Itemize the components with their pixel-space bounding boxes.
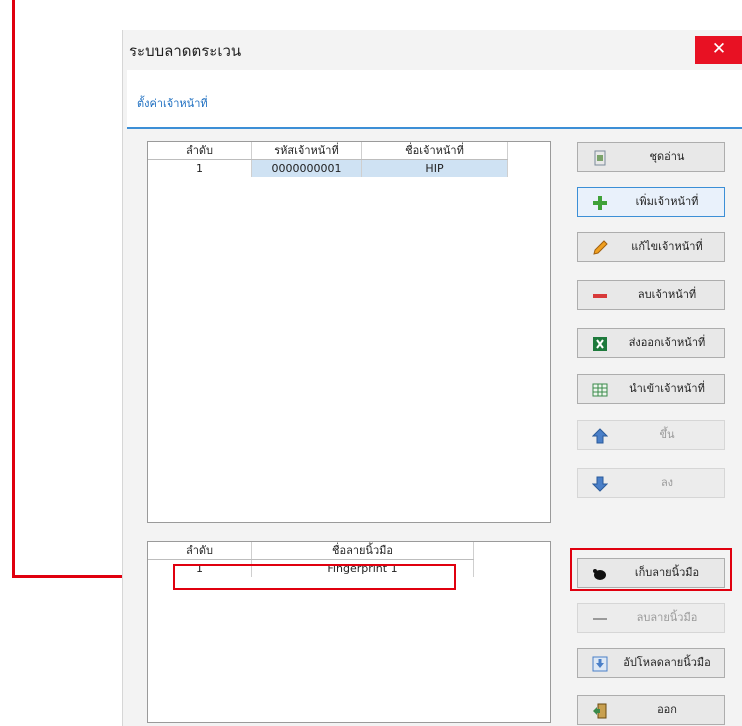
spreadsheet-icon bbox=[592, 383, 608, 397]
dialog-window: ระบบลาดตระเวน ✕ ตั้งค่าเจ้าหน้าที่ ลำดับ… bbox=[122, 30, 742, 726]
button-label: ลบเจ้าหน้าที่ bbox=[637, 288, 697, 301]
move-up-button[interactable]: ขึ้น bbox=[577, 420, 725, 450]
button-label: ลง bbox=[660, 476, 674, 489]
add-officer-button[interactable]: เพิ่มเจ้าหน้าที่ bbox=[577, 187, 725, 217]
minus-icon bbox=[593, 294, 607, 298]
close-button[interactable]: ✕ bbox=[695, 36, 742, 64]
upload-fingerprint-button[interactable]: อัปโหลดลายนิ้วมือ bbox=[577, 648, 725, 678]
column-header[interactable]: รหัสเจ้าหน้าที่ bbox=[252, 142, 362, 159]
tab-strip: ตั้งค่าเจ้าหน้าที่ bbox=[127, 70, 742, 128]
column-header[interactable]: ลำดับ bbox=[148, 542, 252, 559]
move-down-button[interactable]: ลง bbox=[577, 468, 725, 498]
export-officer-button[interactable]: ส่งออกเจ้าหน้าที่ bbox=[577, 328, 725, 358]
delete-officer-button[interactable]: ลบเจ้าหน้าที่ bbox=[577, 280, 725, 310]
excel-icon bbox=[593, 337, 607, 351]
reader-button[interactable]: ชุดอ่าน bbox=[577, 142, 725, 172]
plus-icon bbox=[593, 196, 607, 210]
table-row[interactable]: 1 0000000001 HIP bbox=[148, 160, 508, 177]
column-header[interactable]: ชื่อเจ้าหน้าที่ bbox=[362, 142, 508, 159]
exit-button[interactable]: ออก bbox=[577, 695, 725, 725]
close-icon: ✕ bbox=[711, 39, 727, 59]
edit-officer-button[interactable]: แก้ไขเจ้าหน้าที่ bbox=[577, 232, 725, 262]
button-label: เพิ่มเจ้าหน้าที่ bbox=[635, 195, 699, 208]
minus-icon bbox=[593, 618, 607, 620]
tab-content: ลำดับ รหัสเจ้าหน้าที่ ชื่อเจ้าหน้าที่ 1 … bbox=[127, 129, 742, 726]
tab-officer-settings[interactable]: ตั้งค่าเจ้าหน้าที่ bbox=[137, 94, 208, 112]
exit-door-icon bbox=[593, 703, 607, 719]
title-bar: ระบบลาดตระเวน ✕ bbox=[123, 30, 742, 70]
reader-icon bbox=[594, 150, 606, 166]
arrow-up-icon bbox=[592, 428, 608, 444]
download-icon bbox=[592, 656, 608, 672]
delete-fingerprint-button[interactable]: ลบลายนิ้วมือ bbox=[577, 603, 725, 633]
officers-table-header: ลำดับ รหัสเจ้าหน้าที่ ชื่อเจ้าหน้าที่ bbox=[148, 142, 508, 160]
arrow-down-icon bbox=[592, 476, 608, 492]
column-header[interactable]: ลำดับ bbox=[148, 142, 252, 159]
button-label: นำเข้าเจ้าหน้าที่ bbox=[629, 382, 705, 395]
annotation-highlight-row bbox=[173, 564, 456, 590]
officers-table[interactable]: ลำดับ รหัสเจ้าหน้าที่ ชื่อเจ้าหน้าที่ 1 … bbox=[147, 141, 551, 523]
annotation-line-vertical bbox=[12, 0, 15, 578]
annotation-highlight-button bbox=[570, 548, 732, 591]
table-cell: 1 bbox=[148, 160, 252, 177]
import-officer-button[interactable]: นำเข้าเจ้าหน้าที่ bbox=[577, 374, 725, 404]
button-label: แก้ไขเจ้าหน้าที่ bbox=[631, 240, 703, 253]
button-label: อัปโหลดลายนิ้วมือ bbox=[623, 656, 711, 669]
button-label: ขึ้น bbox=[659, 428, 675, 441]
table-cell: HIP bbox=[362, 160, 508, 177]
fingerprint-table-header: ลำดับ ชื่อลายนิ้วมือ bbox=[148, 542, 474, 560]
button-label: ออก bbox=[657, 703, 677, 716]
button-label: ส่งออกเจ้าหน้าที่ bbox=[628, 336, 706, 349]
table-cell: 0000000001 bbox=[252, 160, 362, 177]
pencil-icon bbox=[593, 240, 608, 255]
button-label: ชุดอ่าน bbox=[649, 150, 685, 163]
button-label: ลบลายนิ้วมือ bbox=[636, 611, 698, 624]
column-header[interactable]: ชื่อลายนิ้วมือ bbox=[252, 542, 474, 559]
window-title: ระบบลาดตระเวน bbox=[129, 42, 242, 60]
